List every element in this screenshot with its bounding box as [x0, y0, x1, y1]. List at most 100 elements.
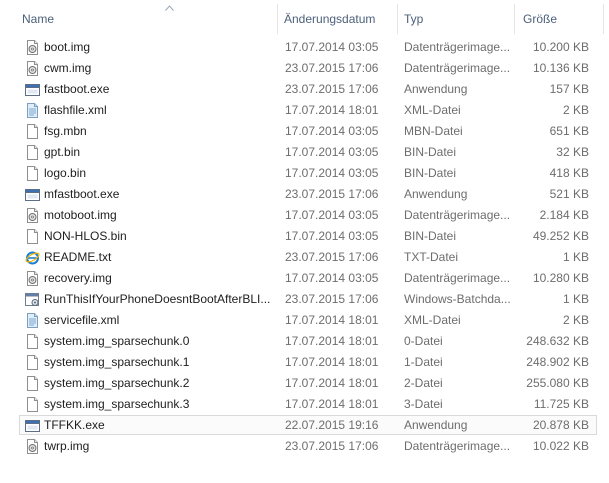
sort-ascending-icon — [165, 5, 174, 11]
file-size: 2 KB — [562, 313, 589, 327]
file-row[interactable]: motoboot.img 17.07.2014 03:05 Datenträgeri… — [0, 205, 609, 226]
application-icon — [25, 420, 40, 432]
file-name: system.img_sparsechunk.3 — [44, 397, 190, 411]
file-type: BIN-Datei — [404, 166, 457, 180]
column-divider[interactable] — [277, 4, 278, 34]
file-icon — [27, 397, 38, 412]
file-type: Anwendung — [404, 418, 468, 432]
file-type: XML-Datei — [404, 103, 461, 117]
file-icon — [27, 376, 38, 391]
disc-image-icon — [27, 40, 38, 55]
column-divider[interactable] — [397, 4, 398, 34]
file-row[interactable]: README.txt 23.07.2015 17:06 TXT-Datei 1 KB — [0, 247, 609, 268]
file-modified-date: 22.07.2015 19:16 — [285, 418, 379, 432]
file-name: RunThisIfYourPhoneDoesntBootAfterBLI... — [44, 292, 270, 306]
file-row[interactable]: cwm.img 23.07.2015 17:06 Datenträgerimage.… — [0, 58, 609, 79]
file-name: motoboot.img — [44, 208, 117, 222]
file-modified-date: 17.07.2014 03:05 — [285, 229, 379, 243]
file-name: README.txt — [44, 250, 112, 264]
file-icon — [27, 229, 38, 244]
disc-image-icon — [27, 271, 38, 286]
file-modified-date: 17.07.2014 18:01 — [285, 355, 379, 369]
batch-file-icon — [25, 293, 39, 306]
file-modified-date: 23.07.2015 17:06 — [285, 82, 379, 96]
file-type: 0-Datei — [404, 334, 443, 348]
file-size: 11.725 KB — [533, 397, 589, 411]
file-size: 10.200 KB — [532, 40, 589, 54]
file-name: system.img_sparsechunk.1 — [44, 355, 190, 369]
file-size: 10.280 KB — [532, 271, 589, 285]
file-row[interactable]: flashfile.xml 17.07.2014 18:01 XML-Datei 2 … — [0, 100, 609, 121]
file-row[interactable]: fastboot.exe 23.07.2015 17:06 Anwendung 157… — [0, 79, 609, 100]
file-name: fsg.mbn — [44, 124, 87, 138]
file-type: MBN-Datei — [404, 124, 463, 138]
column-header-size[interactable]: Größe — [523, 0, 603, 36]
file-icon — [27, 124, 38, 139]
file-row[interactable]: gpt.bin 17.07.2014 03:05 BIN-Datei 32 KB — [0, 142, 609, 163]
file-name: recovery.img — [44, 271, 112, 285]
file-type: TXT-Datei — [404, 250, 459, 264]
file-name: flashfile.xml — [44, 103, 107, 117]
file-row[interactable]: servicefile.xml 17.07.2014 18:01 XML-Datei… — [0, 310, 609, 331]
file-modified-date: 23.07.2015 17:06 — [285, 61, 379, 75]
file-size: 2.184 KB — [539, 208, 589, 222]
file-row[interactable]: system.img_sparsechunk.3 17.07.2014 18:01… — [0, 394, 609, 415]
file-icon — [27, 334, 38, 349]
file-type: Windows-Batchda... — [404, 292, 511, 306]
file-modified-date: 23.07.2015 17:06 — [285, 187, 379, 201]
column-header-name[interactable]: Name — [22, 0, 277, 36]
file-name: logo.bin — [44, 166, 87, 180]
internet-explorer-icon — [25, 251, 40, 265]
file-icon — [27, 166, 38, 181]
file-modified-date: 17.07.2014 03:05 — [285, 166, 379, 180]
file-name: system.img_sparsechunk.2 — [44, 376, 190, 390]
file-row[interactable]: logo.bin 17.07.2014 03:05 BIN-Datei 418 KB — [0, 163, 609, 184]
file-type: BIN-Datei — [404, 145, 457, 159]
file-row[interactable]: boot.img 17.07.2014 03:05 Datenträgerimage… — [0, 37, 609, 58]
file-modified-date: 17.07.2014 03:05 — [285, 40, 379, 54]
file-row[interactable]: fsg.mbn 17.07.2014 03:05 MBN-Datei 651 KB — [0, 121, 609, 142]
file-row[interactable]: TFFKK.exe 22.07.2015 19:16 Anwendung 20.878… — [0, 415, 609, 436]
file-row[interactable]: mfastboot.exe 23.07.2015 17:06 Anwendung 52… — [0, 184, 609, 205]
file-size: 2 KB — [562, 103, 589, 117]
file-type: 1-Datei — [404, 355, 443, 369]
column-divider[interactable] — [603, 4, 604, 34]
file-size: 1 KB — [562, 250, 589, 264]
file-modified-date: 23.07.2015 17:06 — [285, 292, 379, 306]
file-size: 255.080 KB — [526, 376, 589, 390]
column-header-type-label: Typ — [404, 12, 424, 26]
file-row[interactable]: system.img_sparsechunk.1 17.07.2014 18:01… — [0, 352, 609, 373]
file-row[interactable]: RunThisIfYourPhoneDoesntBootAfterBLI... 2… — [0, 289, 609, 310]
file-size: 521 KB — [549, 187, 589, 201]
file-icon — [27, 145, 38, 160]
disc-image-icon — [27, 439, 38, 454]
file-type: Datenträgerimage... — [404, 61, 511, 75]
file-name: gpt.bin — [44, 145, 81, 159]
file-name: system.img_sparsechunk.0 — [44, 334, 190, 348]
column-header-date[interactable]: Änderungsdatum — [284, 0, 397, 36]
file-name: NON-HLOS.bin — [44, 229, 127, 243]
application-icon — [25, 189, 40, 201]
file-row[interactable]: system.img_sparsechunk.0 17.07.2014 18:01… — [0, 331, 609, 352]
file-size: 49.252 KB — [532, 229, 589, 243]
xml-file-icon — [27, 313, 38, 328]
file-modified-date: 17.07.2014 03:05 — [285, 208, 379, 222]
file-rows: boot.img 17.07.2014 03:05 Datenträgerimage… — [0, 37, 609, 457]
file-row[interactable]: twrp.img 23.07.2015 17:06 Datenträgerimage… — [0, 436, 609, 457]
file-row[interactable]: NON-HLOS.bin 17.07.2014 03:05 BIN-Datei 49.… — [0, 226, 609, 247]
column-header-name-label: Name — [22, 12, 55, 26]
file-row[interactable]: recovery.img 17.07.2014 03:05 Datenträgeri… — [0, 268, 609, 289]
file-modified-date: 23.07.2015 17:06 — [285, 250, 379, 264]
file-name: servicefile.xml — [44, 313, 120, 327]
file-name: twrp.img — [44, 439, 90, 453]
file-row[interactable]: system.img_sparsechunk.2 17.07.2014 18:01… — [0, 373, 609, 394]
file-modified-date: 17.07.2014 18:01 — [285, 313, 379, 327]
file-modified-date: 17.07.2014 18:01 — [285, 397, 379, 411]
file-type: Datenträgerimage... — [404, 271, 511, 285]
column-divider[interactable] — [514, 4, 515, 34]
file-type: 3-Datei — [404, 397, 443, 411]
column-header-type[interactable]: Typ — [404, 0, 514, 36]
file-type: BIN-Datei — [404, 229, 457, 243]
file-name: TFFKK.exe — [44, 418, 105, 432]
file-modified-date: 17.07.2014 18:01 — [285, 376, 379, 390]
